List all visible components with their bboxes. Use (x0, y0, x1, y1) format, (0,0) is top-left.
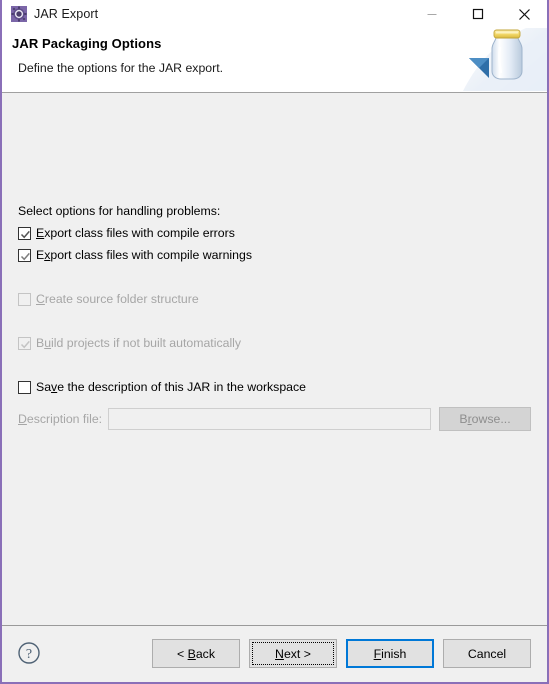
jar-export-icon (11, 6, 27, 22)
checkbox-label: Save the description of this JAR in the … (36, 380, 306, 394)
checkbox-box (18, 337, 31, 350)
page-title: JAR Packaging Options (12, 36, 162, 51)
next-button[interactable]: Next > (249, 639, 337, 668)
help-question-icon[interactable]: ? (17, 641, 41, 665)
window-controls (409, 0, 547, 28)
checkbox-box[interactable] (18, 381, 31, 394)
jar-bottle-banner-icon (453, 28, 547, 91)
svg-text:?: ? (26, 647, 32, 662)
checkbox-box (18, 293, 31, 306)
minimize-icon (426, 8, 438, 20)
checkmark-icon (20, 230, 30, 239)
maximize-icon (472, 8, 484, 20)
checkmark-icon (20, 252, 30, 261)
section-label: Select options for handling problems: (18, 204, 221, 218)
window-title: JAR Export (34, 7, 99, 21)
wizard-content: Select options for handling problems: Ex… (2, 93, 547, 625)
maximize-button[interactable] (455, 0, 501, 28)
description-file-input[interactable] (108, 408, 431, 430)
checkbox-label: Create source folder structure (36, 292, 199, 306)
checkbox-build-projects-if-not-built: Build projects if not built automaticall… (18, 335, 241, 353)
description-file-label: Description file: (18, 412, 103, 426)
checkbox-label: Export class files with compile warnings (36, 248, 252, 262)
checkbox-box[interactable] (18, 249, 31, 262)
wizard-header: JAR Packaging Options Define the options… (2, 28, 547, 93)
browse-button[interactable]: Browse... (439, 407, 531, 431)
checkbox-export-compile-errors[interactable]: Export class files with compile errors (18, 225, 235, 243)
checkbox-label: Export class files with compile errors (36, 226, 235, 240)
dialog-footer: ? < Back Next > Finish Cancel (2, 625, 547, 682)
close-icon (518, 8, 531, 21)
back-button[interactable]: < Back (152, 639, 240, 668)
cancel-button[interactable]: Cancel (443, 639, 531, 668)
title-bar: JAR Export (2, 0, 547, 28)
checkbox-save-description-in-workspace[interactable]: Save the description of this JAR in the … (18, 379, 306, 397)
checkbox-label: Build projects if not built automaticall… (36, 336, 242, 350)
checkbox-create-source-folder-structure: Create source folder structure (18, 291, 199, 309)
dialog-button-bar: < Back Next > Finish Cancel (152, 639, 531, 668)
finish-button[interactable]: Finish (346, 639, 434, 668)
close-button[interactable] (501, 0, 547, 28)
jar-export-dialog: JAR Export JAR Packaging Options Define … (0, 0, 549, 684)
checkmark-icon (20, 340, 30, 349)
checkbox-export-compile-warnings[interactable]: Export class files with compile warnings (18, 247, 252, 265)
checkbox-box[interactable] (18, 227, 31, 240)
page-description: Define the options for the JAR export. (18, 61, 224, 75)
description-file-row: Description file: Browse... (18, 407, 531, 431)
minimize-button[interactable] (409, 0, 455, 28)
